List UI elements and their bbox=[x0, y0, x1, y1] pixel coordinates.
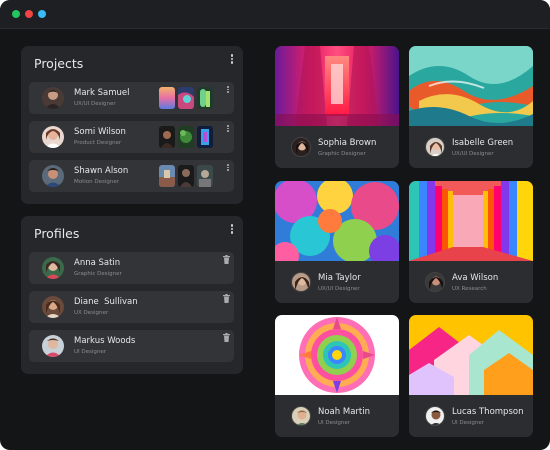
card-name: Isabelle Green bbox=[452, 138, 514, 148]
card-role: UX Research bbox=[452, 286, 487, 292]
card-name: Noah Martin bbox=[318, 407, 370, 417]
profile-card[interactable]: Mia Taylor UX/UI Designer bbox=[275, 181, 399, 303]
projects-menu-icon[interactable] bbox=[229, 53, 235, 67]
card-name: Sophia Brown bbox=[318, 138, 377, 148]
avatar bbox=[291, 272, 311, 292]
profile-card[interactable]: Sophia Brown Graphic Designer bbox=[275, 46, 399, 168]
card-role: Graphic Designer bbox=[318, 151, 366, 157]
row-name: Shawn Alson bbox=[74, 166, 129, 176]
avatar bbox=[42, 126, 64, 148]
card-image bbox=[275, 46, 399, 126]
row-role: Motion Designer bbox=[74, 179, 120, 185]
row-name: Mark Samuel bbox=[74, 88, 130, 98]
card-role: UI Designer bbox=[452, 420, 485, 426]
title-bar bbox=[0, 0, 550, 29]
trash-icon[interactable] bbox=[223, 333, 230, 342]
card-name: Mia Taylor bbox=[318, 273, 361, 283]
card-role: UX/UI Designer bbox=[452, 151, 494, 157]
app-window: Projects Mark Samuel UX/UI Designer Somi… bbox=[0, 0, 550, 450]
trash-icon[interactable] bbox=[223, 255, 230, 264]
avatar bbox=[425, 272, 445, 292]
close-button[interactable] bbox=[25, 10, 33, 18]
row-role: Graphic Designer bbox=[74, 271, 122, 277]
thumbnail[interactable] bbox=[197, 165, 213, 187]
minimize-button[interactable] bbox=[38, 10, 46, 18]
avatar bbox=[42, 165, 64, 187]
card-image bbox=[409, 181, 533, 261]
row-name: Markus Woods bbox=[74, 336, 136, 346]
profile-row[interactable]: Markus Woods UI Designer bbox=[29, 330, 234, 362]
card-role: UI Designer bbox=[318, 420, 351, 426]
thumbnail[interactable] bbox=[159, 126, 175, 148]
profile-card[interactable]: Ava Wilson UX Research bbox=[409, 181, 533, 303]
avatar bbox=[42, 335, 64, 357]
row-menu-icon[interactable] bbox=[226, 124, 230, 134]
thumbnail[interactable] bbox=[159, 165, 175, 187]
row-role: UX Designer bbox=[74, 310, 109, 316]
avatar bbox=[425, 137, 445, 157]
profile-card[interactable]: Lucas Thompson UI Designer bbox=[409, 315, 533, 437]
profile-card[interactable]: Isabelle Green UX/UI Designer bbox=[409, 46, 533, 168]
row-name: Anna Satin bbox=[74, 258, 121, 268]
avatar bbox=[42, 87, 64, 109]
avatar bbox=[42, 296, 64, 318]
row-role: Product Designer bbox=[74, 140, 122, 146]
thumbnail[interactable] bbox=[178, 165, 194, 187]
profiles-panel: Profiles Anna Satin Graphic Designer Dia… bbox=[21, 216, 243, 374]
thumbnail[interactable] bbox=[197, 87, 213, 109]
profile-row[interactable]: Diane Sullivan UX Designer bbox=[29, 291, 234, 323]
avatar bbox=[425, 406, 445, 426]
row-menu-icon[interactable] bbox=[226, 163, 230, 173]
row-role: UI Designer bbox=[74, 349, 107, 355]
card-role: UX/UI Designer bbox=[318, 286, 360, 292]
row-menu-icon[interactable] bbox=[226, 85, 230, 95]
thumbnail[interactable] bbox=[159, 87, 175, 109]
profiles-menu-icon[interactable] bbox=[229, 223, 235, 237]
maximize-button[interactable] bbox=[12, 10, 20, 18]
thumbnail[interactable] bbox=[178, 87, 194, 109]
profile-row[interactable]: Anna Satin Graphic Designer bbox=[29, 252, 234, 284]
row-role: UX/UI Designer bbox=[74, 101, 116, 107]
projects-title: Projects bbox=[34, 56, 84, 71]
projects-panel: Projects Mark Samuel UX/UI Designer Somi… bbox=[21, 46, 243, 204]
avatar bbox=[291, 406, 311, 426]
card-image bbox=[275, 315, 399, 395]
row-name: Diane Sullivan bbox=[74, 297, 138, 307]
project-row[interactable]: Shawn Alson Motion Designer bbox=[29, 160, 234, 192]
trash-icon[interactable] bbox=[223, 294, 230, 303]
avatar bbox=[291, 137, 311, 157]
card-image bbox=[409, 315, 533, 395]
avatar bbox=[42, 257, 64, 279]
thumbnail[interactable] bbox=[197, 126, 213, 148]
thumbnail[interactable] bbox=[178, 126, 194, 148]
row-name: Somi Wilson bbox=[74, 127, 126, 137]
project-row[interactable]: Mark Samuel UX/UI Designer bbox=[29, 82, 234, 114]
card-image bbox=[275, 181, 399, 261]
card-image bbox=[409, 46, 533, 126]
profiles-title: Profiles bbox=[34, 226, 80, 241]
card-name: Lucas Thompson bbox=[452, 407, 524, 417]
profile-card[interactable]: Noah Martin UI Designer bbox=[275, 315, 399, 437]
card-name: Ava Wilson bbox=[452, 273, 499, 283]
project-row[interactable]: Somi Wilson Product Designer bbox=[29, 121, 234, 153]
